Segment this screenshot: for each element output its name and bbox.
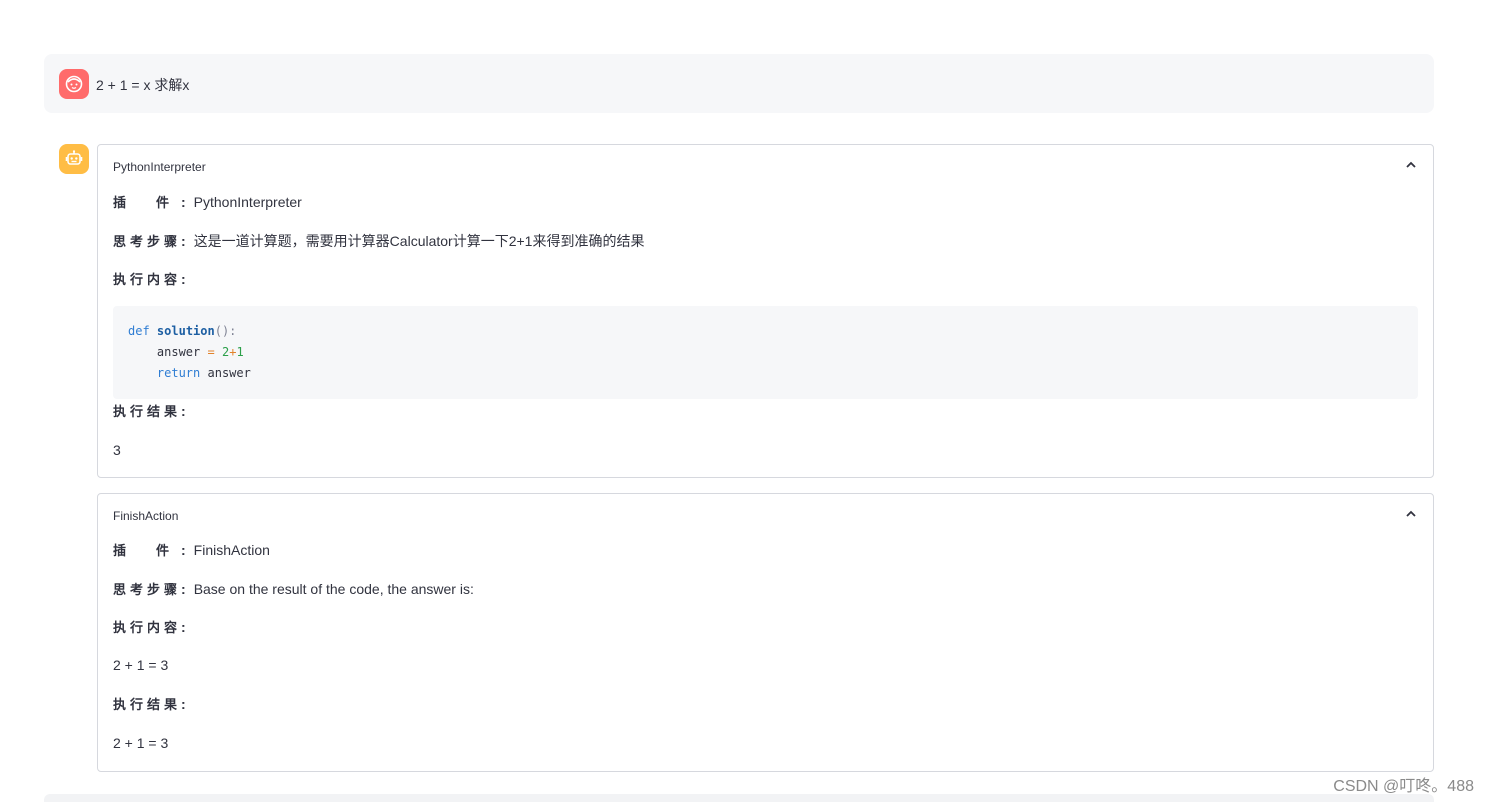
user-face-icon — [65, 75, 83, 93]
plugin-label: 插件 — [113, 195, 174, 210]
result-row: 执行结果: — [113, 403, 186, 419]
plugin-label: 插件 — [113, 543, 174, 558]
chevron-up-icon[interactable] — [1405, 509, 1417, 519]
thought-label: 思考步骤 — [113, 234, 182, 249]
content-value: 2 + 1 = 3 — [113, 657, 169, 673]
thought-row: 思考步骤: 这是一道计算题，需要用计算器Calculator计算一下2+1来得到准… — [113, 233, 645, 249]
plugin-row: 插件: PythonInterpreter — [113, 194, 302, 210]
thought-row: 思考步骤: Base on the result of the code, the… — [113, 581, 474, 597]
content-row: 执行内容: — [113, 619, 186, 635]
step-expander-finish-action[interactable]: FinishAction 插件: FinishAction 思考步骤: Base o… — [97, 493, 1434, 772]
content-label: 执行内容 — [113, 272, 182, 287]
expander-title[interactable]: FinishAction — [113, 509, 178, 523]
watermark: CSDN @叮咚。488 — [1333, 778, 1474, 795]
robot-icon — [65, 150, 83, 165]
plugin-value: PythonInterpreter — [193, 194, 302, 210]
expander-title[interactable]: PythonInterpreter — [113, 160, 206, 174]
thought-value: Base on the result of the code, the answ… — [193, 581, 474, 597]
result-label: 执行结果 — [113, 404, 182, 419]
content-label: 执行内容 — [113, 620, 182, 635]
thought-value: 这是一道计算题，需要用计算器Calculator计算一下2+1来得到准确的结果 — [193, 233, 645, 249]
chat-input-area-edge — [44, 794, 1434, 802]
plugin-value: FinishAction — [193, 542, 270, 558]
result-value: 3 — [113, 442, 121, 458]
user-avatar — [59, 69, 89, 99]
user-message: 2 + 1 = x 求解x — [44, 54, 1434, 113]
user-message-text: 2 + 1 = x 求解x — [96, 77, 190, 93]
thought-label: 思考步骤 — [113, 582, 182, 597]
plugin-row: 插件: FinishAction — [113, 542, 270, 558]
code-line: answer = 2+1 — [156, 345, 244, 359]
chevron-up-icon[interactable] — [1405, 160, 1417, 170]
content-row: 执行内容: — [113, 271, 186, 287]
code-line: return answer — [156, 366, 251, 380]
result-row: 执行结果: — [113, 696, 186, 712]
code-line: def solution(): — [128, 324, 237, 338]
result-label: 执行结果 — [113, 697, 182, 712]
assistant-avatar — [59, 144, 89, 174]
code-block: def solution(): answer = 2+1 return answ… — [113, 306, 1418, 399]
result-value: 2 + 1 = 3 — [113, 735, 169, 751]
step-expander-python-interpreter[interactable]: PythonInterpreter 插件: PythonInterpreter 思… — [97, 144, 1434, 478]
